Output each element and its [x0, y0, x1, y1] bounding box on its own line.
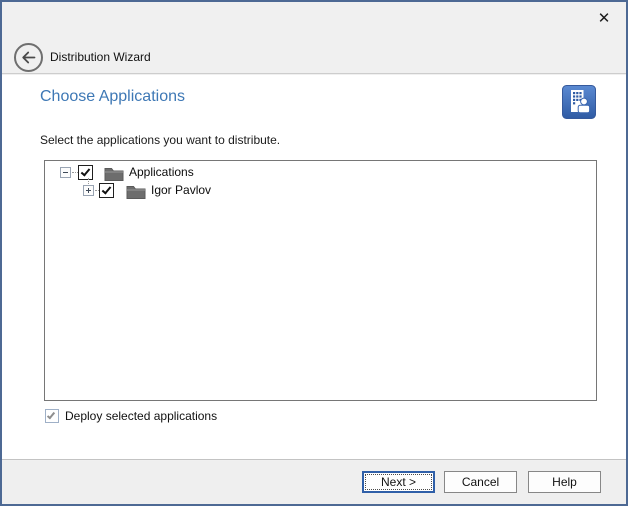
distribution-wizard-window: Distribution Wizard ✕ Choose Application… — [0, 0, 628, 506]
help-button[interactable]: Help — [528, 471, 601, 493]
back-button[interactable] — [13, 42, 44, 73]
applications-tree: Applications Igor Pavlov — [44, 160, 597, 401]
tree-item-label[interactable]: Applications — [129, 165, 194, 179]
collapse-expander-icon[interactable] — [60, 167, 71, 178]
deploy-selected-applications-checkbox[interactable] — [45, 409, 59, 423]
wizard-page: Choose Applications — [2, 75, 626, 460]
checkmark-icon — [81, 166, 91, 176]
expand-expander-icon[interactable] — [83, 185, 94, 196]
wizard-footer: Next > Cancel Help — [2, 461, 626, 504]
wizard-title: Distribution Wizard — [50, 50, 151, 64]
back-arrow-icon — [13, 61, 44, 76]
folder-icon — [126, 184, 146, 199]
checkmark-icon — [102, 184, 112, 194]
applications-checkbox[interactable] — [78, 165, 93, 180]
page-instruction: Select the applications you want to dist… — [40, 133, 280, 147]
close-icon[interactable]: ✕ — [590, 6, 618, 32]
cancel-button[interactable]: Cancel — [444, 471, 517, 493]
deploy-checkbox-label: Deploy selected applications — [65, 409, 217, 423]
page-title: Choose Applications — [40, 88, 185, 106]
tree-row-applications[interactable]: Applications — [45, 164, 596, 182]
folder-icon — [104, 166, 124, 181]
next-button[interactable]: Next > — [362, 471, 435, 493]
wizard-header: Distribution Wizard ✕ — [2, 2, 626, 74]
checkmark-icon — [47, 411, 55, 420]
tree-row-igor-pavlov[interactable]: Igor Pavlov — [45, 182, 596, 200]
tree-item-label[interactable]: Igor Pavlov — [151, 183, 211, 197]
applications-building-user-icon — [562, 85, 596, 119]
igor-pavlov-checkbox[interactable] — [99, 183, 114, 198]
